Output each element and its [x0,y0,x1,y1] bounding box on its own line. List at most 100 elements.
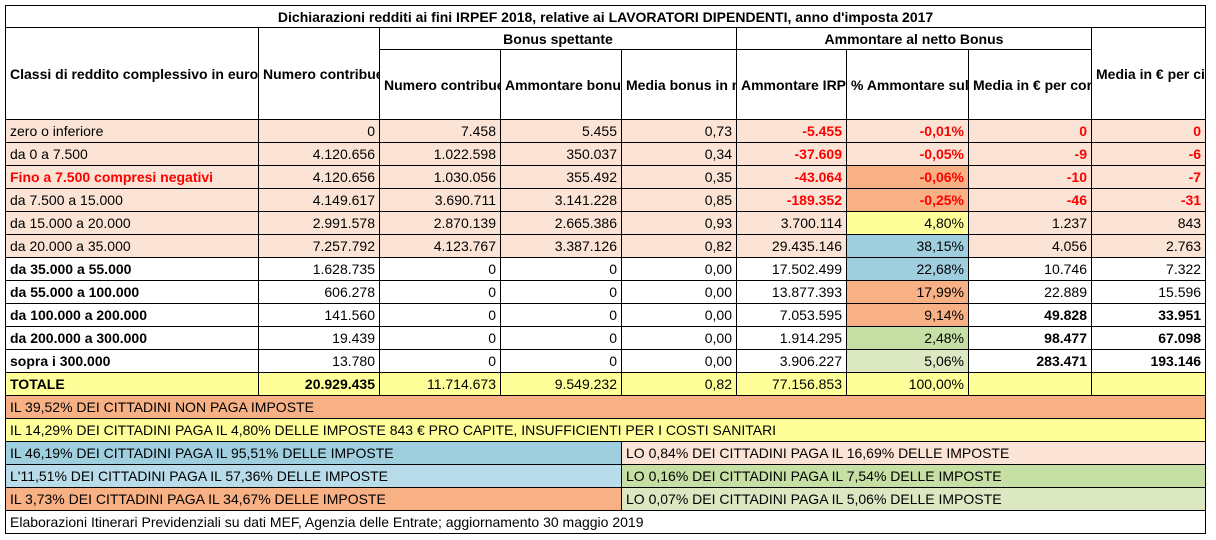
cell-bonus-numero: 1.030.056 [379,165,501,189]
cell-bonus-ammontare: 3.141.228 [500,188,622,212]
row-label: Fino a 7.500 compresi negativi [5,165,259,189]
note-line-5b: LO 0,07% DEI CITTADINI PAGA IL 5,06% DEL… [620,487,1207,511]
header-ammontare-irpef: Ammontare IRPEF in migliaia di € [736,49,847,120]
cell-media-contribuente: -10 [968,165,1092,189]
cell-media-contribuente: 1.237 [968,211,1092,235]
cell-bonus-ammontare: 0 [500,349,622,373]
cell-irpef: 7.053.595 [736,303,847,327]
cell-numero: 7.257.792 [258,234,380,258]
table-title: Dichiarazioni redditi ai fini IRPEF 2018… [4,5,1207,28]
row-label: da 7.500 a 15.000 [5,188,259,212]
row-label: da 0 a 7.500 [5,142,259,166]
table-row: da 100.000 a 200.000 141.560 0 0 0,00 7.… [5,303,1207,327]
cell-perc: 100,00% [846,372,969,396]
cell-irpef: 1.914.295 [736,326,847,350]
table-row: da 7.500 a 15.000 4.149.617 3.690.711 3.… [5,188,1207,212]
header-perc-ammontare: % Ammontare sul totale [846,49,969,120]
cell-bonus-media: 0,82 [621,372,737,396]
cell-bonus-numero: 0 [379,349,501,373]
cell-numero: 141.560 [258,303,380,327]
cell-media-contribuente: -9 [968,142,1092,166]
cell-perc: -0,06% [846,165,969,189]
cell-bonus-numero: 0 [379,280,501,304]
cell-perc: 9,14% [846,303,969,327]
cell-perc: -0,01% [846,119,969,143]
source-note: Elaborazioni Itinerari Previdenziali su … [4,510,1207,534]
row-label: da 15.000 a 20.000 [5,211,259,235]
cell-media-contribuente: 10.746 [968,257,1092,281]
cell-numero: 19.439 [258,326,380,350]
cell-irpef: 29.435.146 [736,234,847,258]
cell-bonus-ammontare: 5.455 [500,119,622,143]
cell-bonus-ammontare: 0 [500,257,622,281]
header-bonus-media: Media bonus in migliaia di € [621,49,737,120]
row-label: zero o inferiore [5,119,259,143]
cell-irpef: 3.700.114 [736,211,847,235]
cell-numero: 4.120.656 [258,165,380,189]
cell-media-cittadino: 2.763 [1090,234,1207,258]
cell-numero: 13.780 [258,349,380,373]
header-media-contribuente: Media in € per contribuente [968,49,1092,120]
cell-bonus-media: 0,00 [621,349,737,373]
header-bonus-spettante: Bonus spettante [379,27,737,50]
cell-media-cittadino: 0 [1090,119,1207,143]
cell-irpef: -189.352 [736,188,847,212]
row-label: da 20.000 a 35.000 [5,234,259,258]
cell-media-contribuente: 22.889 [968,280,1092,304]
header-classi: Classi di reddito complessivo in euro [5,27,259,120]
table-row: Fino a 7.500 compresi negativi 4.120.656… [5,165,1207,189]
note-line-4b: LO 0,16% DEI CITTADINI PAGA IL 7,54% DEL… [620,464,1207,488]
cell-empty [1090,372,1207,396]
cell-irpef: -37.609 [736,142,847,166]
header-bonus-numero: Numero contribuenti [379,49,501,120]
cell-media-cittadino: 67.098 [1090,326,1207,350]
cell-irpef: 17.502.499 [736,257,847,281]
row-label: da 55.000 a 100.000 [5,280,259,304]
cell-bonus-media: 0,93 [621,211,737,235]
header-numero-contribuenti: Numero contribuenti [258,27,380,120]
note-line-3a: IL 46,19% DEI CITTADINI PAGA IL 95,51% D… [5,441,622,465]
cell-perc: 17,99% [846,280,969,304]
row-label: sopra i 300.000 [5,349,259,373]
table-row: da 200.000 a 300.000 19.439 0 0 0,00 1.9… [5,326,1207,350]
cell-media-contribuente: 4.056 [968,234,1092,258]
total-row: TOTALE 20.929.435 11.714.673 9.549.232 0… [5,372,1207,396]
cell-bonus-numero: 0 [379,303,501,327]
cell-bonus-media: 0,00 [621,326,737,350]
cell-bonus-media: 0,00 [621,303,737,327]
cell-bonus-ammontare: 2.665.386 [500,211,622,235]
header-bonus-ammontare: Ammontare bonus in migliaia di € [500,49,622,120]
table-row: zero o inferiore 0 7.458 5.455 0,73 -5.4… [5,119,1207,143]
cell-empty [968,372,1092,396]
row-label: TOTALE [5,372,259,396]
cell-bonus-numero: 7.458 [379,119,501,143]
cell-perc: -0,05% [846,142,969,166]
cell-numero: 4.120.656 [258,142,380,166]
table-row: sopra i 300.000 13.780 0 0 0,00 3.906.22… [5,349,1207,373]
row-label: da 100.000 a 200.000 [5,303,259,327]
cell-media-cittadino: 193.146 [1090,349,1207,373]
cell-bonus-ammontare: 9.549.232 [500,372,622,396]
cell-bonus-ammontare: 0 [500,280,622,304]
cell-perc: 38,15% [846,234,969,258]
cell-bonus-ammontare: 355.492 [500,165,622,189]
table-row: da 55.000 a 100.000 606.278 0 0 0,00 13.… [5,280,1207,304]
cell-bonus-numero: 2.870.139 [379,211,501,235]
cell-numero: 20.929.435 [258,372,380,396]
cell-bonus-media: 0,82 [621,234,737,258]
cell-bonus-numero: 0 [379,326,501,350]
cell-numero: 0 [258,119,380,143]
cell-media-contribuente: -46 [968,188,1092,212]
cell-perc: -0,25% [846,188,969,212]
cell-irpef: -5.455 [736,119,847,143]
cell-irpef: 3.906.227 [736,349,847,373]
cell-perc: 5,06% [846,349,969,373]
cell-bonus-numero: 0 [379,257,501,281]
table-row: da 15.000 a 20.000 2.991.578 2.870.139 2… [5,211,1207,235]
cell-media-cittadino: 15.596 [1090,280,1207,304]
cell-bonus-media: 0,00 [621,280,737,304]
note-line-1: IL 39,52% DEI CITTADINI NON PAGA IMPOSTE [4,395,1207,419]
cell-bonus-numero: 1.022.598 [379,142,501,166]
cell-media-cittadino: 33.951 [1090,303,1207,327]
table-row: da 0 a 7.500 4.120.656 1.022.598 350.037… [5,142,1207,166]
